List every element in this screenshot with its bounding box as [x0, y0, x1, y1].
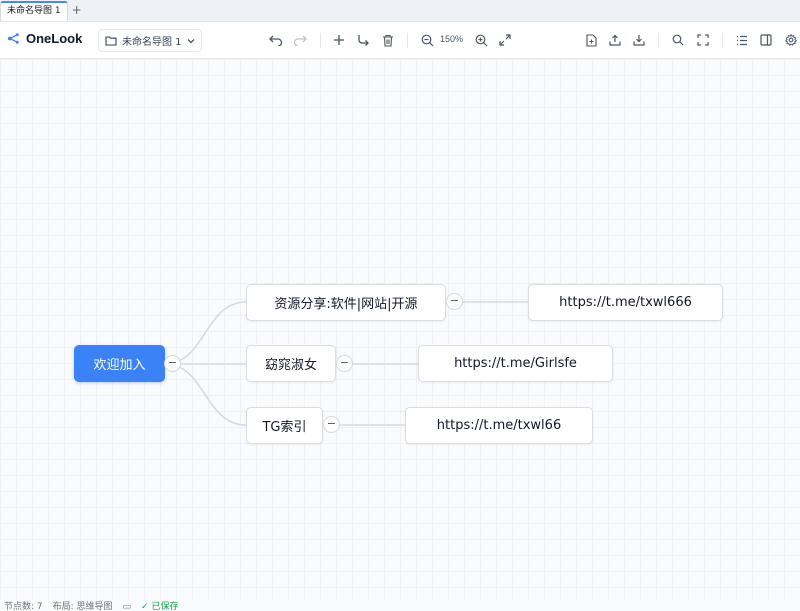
fullscreen-icon — [697, 34, 709, 46]
file-name: 未命名导图 1 — [122, 37, 182, 48]
redo-icon — [293, 35, 307, 46]
chevron-down-icon — [187, 38, 194, 43]
collapse-toggle-tg-index[interactable]: − — [323, 416, 340, 433]
branch-node-tg-index[interactable]: TG索引 — [246, 407, 323, 444]
node-count: 节点数: 7 — [4, 602, 43, 611]
root-node[interactable]: 欢迎加入 — [74, 345, 165, 382]
gear-icon — [785, 34, 797, 46]
app-name: OneLook — [26, 31, 83, 46]
download-icon — [633, 35, 645, 46]
status-bar: 节点数: 7 布局: 思维导图 ▭ ✓ 已保存 — [0, 599, 800, 611]
sidebar-toggle-button[interactable] — [757, 31, 775, 49]
save-status: ✓ 已保存 — [141, 602, 179, 611]
settings-button[interactable] — [782, 31, 800, 49]
fit-screen-icon — [499, 34, 511, 46]
collapse-toggle-resources[interactable]: − — [446, 293, 463, 310]
mindmap-edges — [164, 301, 528, 426]
app-window: 未命名导图 1 + OneLook 未命名导图 1 150% 欢迎加入 − 资源… — [0, 0, 800, 611]
zoom-in-icon — [475, 34, 487, 46]
app-logo: OneLook — [7, 31, 82, 46]
zoom-in-button[interactable] — [472, 31, 490, 49]
new-file-icon — [585, 33, 597, 47]
save-icon: ▭ — [122, 602, 132, 611]
file-selector[interactable]: 未命名导图 1 — [98, 29, 202, 52]
toolbar-separator — [722, 33, 723, 48]
edge-root-to-child-3 — [164, 363, 247, 426]
edge-root-to-child-1 — [164, 301, 247, 365]
toolbar-separator — [658, 33, 659, 48]
branch-node-girls[interactable]: 窈窕淑女 — [246, 345, 336, 382]
upload-icon — [609, 34, 621, 46]
undo-button[interactable] — [267, 31, 285, 49]
sidebar-toggle-icon — [760, 34, 772, 46]
add-tab-button[interactable]: + — [68, 1, 86, 21]
toolbar-separator — [407, 33, 408, 48]
add-child-icon — [357, 35, 369, 46]
fullscreen-button[interactable] — [694, 31, 712, 49]
fit-screen-button[interactable] — [496, 31, 514, 49]
zoom-out-icon — [421, 34, 433, 46]
tab-strip: 未命名导图 1 + — [0, 0, 800, 22]
link-node-txwl666[interactable]: https://t.me/txwl666 — [528, 284, 723, 321]
outline-button[interactable] — [733, 31, 751, 49]
tab-untitled-map[interactable]: 未命名导图 1 — [0, 1, 68, 21]
new-file-button[interactable] — [582, 31, 600, 49]
trash-icon — [383, 34, 393, 47]
plus-icon — [334, 35, 344, 45]
delete-node-button[interactable] — [379, 31, 397, 49]
collapse-toggle-root[interactable]: − — [164, 355, 181, 372]
branch-node-resources[interactable]: 资源分享:软件|网站|开源 — [246, 284, 446, 321]
mindmap-canvas[interactable]: 欢迎加入 − 资源分享:软件|网站|开源 − https://t.me/txwl… — [0, 59, 800, 599]
search-icon — [672, 34, 684, 46]
mindmap-logo-icon — [7, 33, 19, 44]
toolbar-separator — [320, 33, 321, 48]
add-node-button[interactable] — [330, 31, 348, 49]
outline-list-icon — [737, 35, 747, 45]
add-child-button[interactable] — [354, 31, 372, 49]
export-button[interactable] — [606, 31, 624, 49]
link-node-txwl66[interactable]: https://t.me/txwl66 — [405, 407, 593, 444]
link-node-girlsfe[interactable]: https://t.me/Girlsfe — [418, 345, 613, 382]
undo-icon — [269, 35, 283, 46]
folder-icon — [105, 36, 117, 46]
zoom-out-button[interactable] — [418, 31, 436, 49]
collapse-toggle-girls[interactable]: − — [336, 355, 353, 372]
search-button[interactable] — [669, 31, 687, 49]
layout-mode[interactable]: 布局: 思维导图 — [53, 599, 113, 611]
import-button[interactable] — [630, 31, 648, 49]
redo-button[interactable] — [291, 31, 309, 49]
toolbar: OneLook 未命名导图 1 150% — [0, 22, 800, 59]
zoom-level[interactable]: 150% — [440, 34, 463, 44]
